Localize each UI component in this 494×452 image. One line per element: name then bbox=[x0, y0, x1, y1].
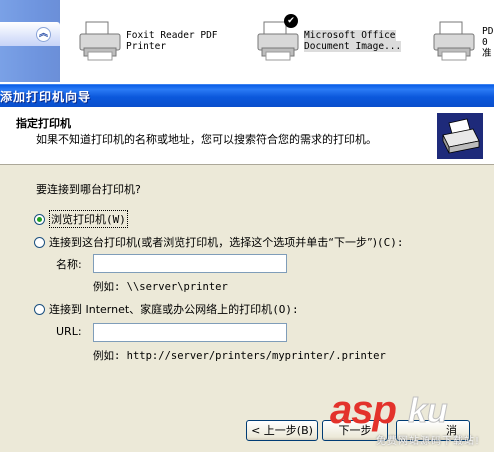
radio-connect-this[interactable] bbox=[34, 236, 45, 248]
url-field-label: URL: bbox=[56, 325, 82, 338]
printer-wizard-icon bbox=[437, 113, 483, 159]
back-button[interactable]: < 上一步(B) bbox=[246, 420, 318, 441]
watermark-subtitle: 免费网站源码下载站! bbox=[376, 436, 481, 447]
option-browse-printer[interactable]: 浏览打印机(W) bbox=[34, 210, 128, 228]
printer-url-input[interactable] bbox=[93, 323, 287, 342]
printer-icon bbox=[433, 21, 475, 61]
printers-folder-window: ︽ Foxit Reader PDF Printer ✔ Microsoft O… bbox=[0, 0, 494, 82]
option-connect-internet[interactable]: 连接到 Internet、家庭或办公网络上的打印机(O): bbox=[34, 301, 299, 317]
printer-label: PD 0 准 bbox=[482, 26, 494, 59]
task-pane: ︽ bbox=[0, 0, 60, 82]
name-field-label: 名称: bbox=[56, 258, 82, 271]
dialog-titlebar[interactable]: 添加打印机向导 bbox=[0, 84, 494, 107]
url-field-example: 例如: http://server/printers/myprinter/.pr… bbox=[93, 350, 386, 362]
watermark-logo: asp ku 免费网站源码下载站! bbox=[330, 388, 494, 452]
wizard-step-subtitle: 如果不知道打印机的名称或地址，您可以搜索符合您的需求的打印机。 bbox=[36, 133, 377, 146]
watermark-brand-asp: asp bbox=[330, 388, 397, 432]
option-connect-this-label: 连接到这台打印机(或者浏览打印机，选择这个选项并单击“下一步”)(C): bbox=[49, 236, 404, 249]
watermark-brand-ku: ku bbox=[408, 392, 449, 431]
connect-prompt: 要连接到哪台打印机? bbox=[36, 183, 141, 196]
printer-label: Foxit Reader PDF Printer bbox=[126, 30, 218, 52]
wizard-header: 指定打印机 如果不知道打印机的名称或地址，您可以搜索符合您的需求的打印机。 bbox=[0, 107, 494, 165]
printer-label: Microsoft Office Document Image... bbox=[304, 30, 402, 52]
option-browse-label: 浏览打印机(W) bbox=[49, 210, 128, 228]
option-connect-this-printer[interactable]: 连接到这台打印机(或者浏览打印机，选择这个选项并单击“下一步”)(C): bbox=[34, 234, 403, 250]
radio-browse[interactable] bbox=[34, 213, 45, 225]
wizard-step-title: 指定打印机 bbox=[16, 117, 71, 130]
printer-name-input[interactable] bbox=[93, 254, 287, 273]
default-printer-check-icon: ✔ bbox=[284, 14, 298, 28]
option-connect-internet-label: 连接到 Internet、家庭或办公网络上的打印机(O): bbox=[49, 303, 299, 316]
collapse-chevron-icon[interactable]: ︽ bbox=[36, 27, 51, 42]
radio-connect-internet[interactable] bbox=[34, 303, 45, 315]
printer-icon bbox=[79, 21, 121, 61]
dialog-title: 添加打印机向导 bbox=[0, 90, 92, 104]
name-field-example: 例如: \\server\printer bbox=[93, 281, 228, 293]
task-pane-header bbox=[0, 22, 60, 46]
